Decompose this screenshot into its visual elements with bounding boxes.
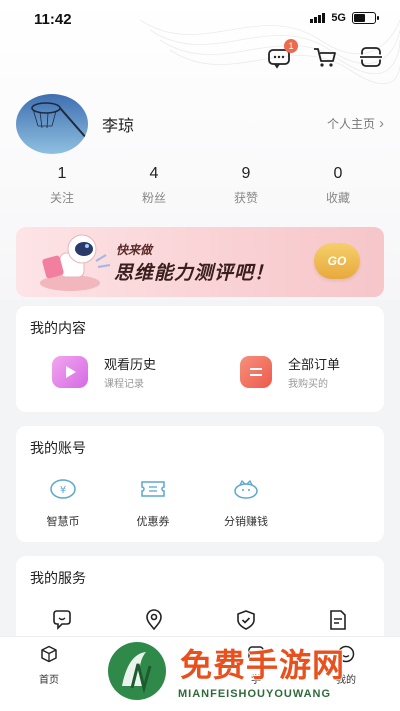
home-cube-icon <box>41 645 57 663</box>
stat-following[interactable]: 1 关注 <box>16 165 108 206</box>
message-badge: 1 <box>284 39 298 53</box>
assessment-banner[interactable]: 快来做 思维能力测评吧！ GO <box>16 227 384 297</box>
watermark-logo-icon <box>106 640 168 702</box>
profile-header: 李琼 个人主页 › <box>16 94 384 154</box>
stat-value: 0 <box>333 165 343 182</box>
status-time: 11:42 <box>34 11 72 28</box>
card-title: 我的账号 <box>30 440 86 456</box>
shield-check-icon[interactable] <box>234 608 258 632</box>
tab-label: 首页 <box>39 675 59 686</box>
item-title: 全部订单 <box>288 357 341 372</box>
chat-bubble-icon[interactable] <box>50 608 74 632</box>
site-watermark: 免费手游网 MIANFEISHOUYOUWANG <box>100 630 400 711</box>
stat-value: 1 <box>57 165 67 182</box>
watermark-title: 免费手游网 <box>180 647 346 683</box>
avatar[interactable] <box>16 94 88 154</box>
item-label: 优惠券 <box>136 516 170 528</box>
battery-icon <box>352 12 379 24</box>
item-subtitle: 课程记录 <box>104 379 144 390</box>
tab-home[interactable]: 首页 <box>19 645 79 686</box>
scan-button[interactable] <box>358 44 384 70</box>
coin-icon: ¥ <box>50 479 76 499</box>
stat-likes[interactable]: 9 获赞 <box>200 165 292 206</box>
stat-value: 4 <box>149 165 159 182</box>
document-icon[interactable] <box>326 608 350 632</box>
homepage-link-label: 个人主页 <box>326 117 375 131</box>
chevron-right-icon: › <box>379 115 384 132</box>
banner-subtitle: 快来做 <box>116 243 153 257</box>
wisdom-coin-item[interactable]: ¥ 智慧币 <box>40 478 86 529</box>
item-label: 分销赚钱 <box>224 516 268 528</box>
profile-stats: 1 关注 4 粉丝 9 获赞 0 收藏 <box>16 165 384 206</box>
item-title: 观看历史 <box>104 357 157 372</box>
item-subtitle: 我购买的 <box>288 379 328 390</box>
stat-favorites[interactable]: 0 收藏 <box>292 165 384 206</box>
stat-label: 获赞 <box>233 191 258 205</box>
cart-button[interactable] <box>312 44 338 70</box>
go-button[interactable]: GO <box>314 243 360 279</box>
status-indicators: 5G <box>310 12 379 24</box>
cart-icon <box>314 48 336 67</box>
location-icon[interactable] <box>142 608 166 632</box>
item-label: 智慧币 <box>46 516 80 528</box>
astronaut-illustration <box>40 234 111 291</box>
watermark-subtitle: MIANFEISHOUYOUWANG <box>178 688 332 700</box>
header-actions: 1 <box>266 39 384 70</box>
card-title: 我的服务 <box>30 570 86 586</box>
all-orders-item[interactable]: 全部订单 我购买的 <box>240 354 340 390</box>
watch-history-item[interactable]: 观看历史 课程记录 <box>52 354 156 390</box>
basketball-hoop-image <box>16 94 88 154</box>
svg-text:¥: ¥ <box>60 485 66 496</box>
stat-value: 9 <box>241 165 251 182</box>
my-account-card: 我的账号 ¥ 智慧币 优惠券 分销赚钱 <box>16 426 384 542</box>
coupon-icon <box>141 481 165 497</box>
my-content-card: 我的内容 观看历史 课程记录 全部订单 我购买的 <box>16 306 384 412</box>
scan-icon <box>360 47 382 67</box>
signal-icon <box>310 13 326 23</box>
piggy-bank-icon <box>234 479 258 499</box>
stat-label: 粉丝 <box>141 191 166 205</box>
stat-followers[interactable]: 4 粉丝 <box>108 165 200 206</box>
username: 李琼 <box>102 118 135 135</box>
stat-label: 关注 <box>49 191 74 205</box>
personal-homepage-link[interactable]: 个人主页 › <box>327 115 384 132</box>
status-bar: 11:42 5G <box>0 0 400 40</box>
distribution-earn-item[interactable]: 分销赚钱 <box>216 478 276 529</box>
network-type: 5G <box>331 12 346 24</box>
stat-label: 收藏 <box>325 191 350 205</box>
video-icon <box>52 356 88 388</box>
order-icon <box>240 356 272 388</box>
coupon-item[interactable]: 优惠券 <box>130 478 176 529</box>
card-title: 我的内容 <box>30 320 86 336</box>
banner-title: 思维能力测评吧！ <box>114 263 275 284</box>
message-button[interactable]: 1 <box>266 39 298 70</box>
